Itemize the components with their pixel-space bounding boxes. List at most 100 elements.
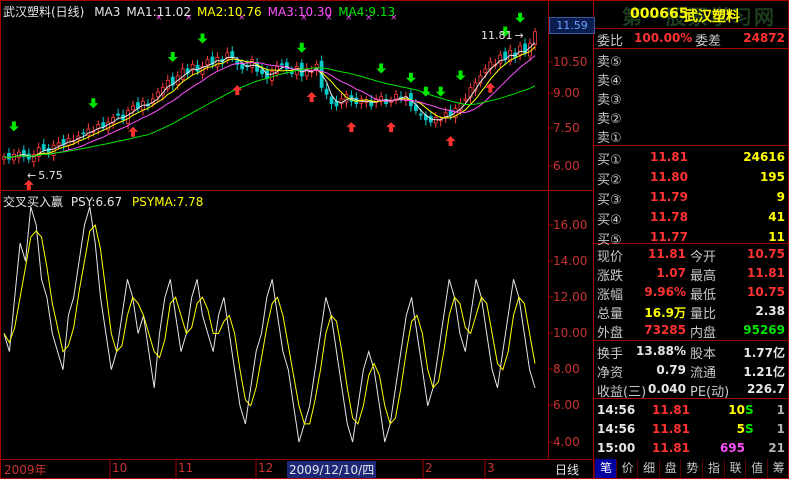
buy-row[interactable]: 买② 11.80 195: [594, 167, 789, 188]
time-axis-label: 2009年: [4, 463, 47, 477]
tick-price: 11.81: [652, 403, 690, 417]
buy-arrow-icon: [306, 92, 317, 103]
candle-body: [41, 144, 46, 151]
candle-body: [280, 63, 284, 66]
sub-y-tick: 16.00: [553, 218, 588, 232]
period-button[interactable]: 日线: [555, 461, 579, 478]
tick-side: S: [745, 403, 754, 417]
stat-value: 9.96%: [644, 285, 686, 299]
quote-tab[interactable]: 联: [723, 459, 747, 478]
buy-level-label: 买①: [597, 153, 622, 168]
sell-arrow-icon: [8, 121, 19, 132]
candle-body: [483, 68, 488, 73]
quote-tab[interactable]: 指: [702, 459, 725, 478]
fundamental-label: 股本: [690, 347, 717, 362]
psy-label: PSY:6.67: [70, 195, 123, 209]
tick-time: 14:56: [597, 422, 636, 436]
sell-row[interactable]: 卖③: [594, 88, 789, 108]
buy-arrow-icon: [346, 122, 357, 133]
tick-row: 14:56 11.81 5 S 1: [594, 420, 789, 439]
fundamental-value: 1.21亿: [743, 365, 785, 379]
candle-body: [270, 70, 274, 81]
tick-row: 15:00 11.81 695 21: [594, 439, 789, 458]
sell-level-label: 卖⑤: [597, 55, 622, 70]
fundamental-value: 13.88%: [636, 344, 686, 358]
buy-row[interactable]: 买① 11.81 24616: [594, 147, 789, 168]
sub-y-tick: 6.00: [553, 398, 580, 412]
stat-value: 10.75: [747, 285, 785, 299]
sell-arrow-icon: [435, 86, 446, 97]
sell-arrow-icon: [296, 42, 307, 53]
psyma-label: PSYMA:7.78: [132, 195, 204, 209]
buy-arrow-icon: [232, 85, 243, 96]
fundamental-label: PE(动): [690, 385, 730, 400]
ma-legend-item: MA3:10.30: [267, 5, 333, 19]
main-y-tick: 9.00: [553, 86, 580, 100]
time-axis-label: 2: [425, 461, 433, 475]
tick-price: 11.81: [652, 441, 690, 455]
sub-y-tick: 12.00: [553, 290, 588, 304]
candle-body: [250, 59, 255, 68]
sell-arrow-icon: [405, 72, 416, 83]
candle-body: [463, 98, 468, 102]
tick-count: 21: [768, 441, 785, 455]
quote-tab[interactable]: 价: [615, 459, 639, 478]
buy-row[interactable]: 买③ 11.79 9: [594, 187, 789, 208]
time-axis-label: 2009/12/10/四: [287, 461, 377, 478]
sell-row[interactable]: 卖②: [594, 107, 789, 127]
sell-arrow-icon: [167, 52, 178, 62]
tick-volume: 695: [719, 441, 745, 455]
period-button-label: 日线: [555, 463, 580, 477]
high-price-value: 11.81: [481, 29, 513, 42]
tick-price: 11.81: [652, 422, 690, 436]
sell-row[interactable]: 卖①: [594, 126, 789, 146]
buy-price: 11.79: [650, 190, 688, 204]
stock-header: 第一股票学习网 000665 武汉塑料: [594, 0, 789, 29]
sell-arrow-icon: [376, 63, 387, 74]
stat-label: 量比: [690, 307, 717, 322]
quote-tab[interactable]: 筹: [766, 459, 789, 478]
sell-row[interactable]: 卖④: [594, 69, 789, 89]
buy-row[interactable]: 买④ 11.78 41: [594, 207, 789, 228]
tick-row: 14:56 11.81 10 S 1: [594, 401, 789, 420]
stat-label: 内盘: [690, 326, 717, 341]
tick-time: 15:00: [597, 441, 636, 455]
sell-arrow-icon: [88, 98, 99, 109]
buy-row[interactable]: 买⑤ 11.77 11: [594, 227, 789, 248]
tick-count: 1: [776, 403, 785, 417]
quote-tab[interactable]: 值: [745, 459, 768, 478]
fundamental-label: 流通: [690, 366, 717, 381]
sub-y-tick: 10.00: [553, 326, 588, 340]
quote-tab[interactable]: 笔: [594, 459, 617, 478]
quote-tab[interactable]: 势: [680, 459, 703, 478]
stock-name: 武汉塑料: [684, 9, 740, 25]
buy-price: 11.81: [650, 150, 688, 164]
buy-volume: 24616: [743, 150, 785, 164]
stat-label: 总量: [597, 307, 624, 322]
stat-row: 现价 11.81 今开 10.75: [594, 245, 789, 265]
buy-price: 11.78: [650, 210, 688, 224]
chart-title: 武汉塑料(日线): [3, 5, 85, 19]
sell-level-label: 卖①: [597, 131, 622, 146]
stat-label: 涨跌: [597, 269, 624, 284]
candle-body: [81, 132, 86, 135]
candle-body: [518, 45, 523, 56]
buy-arrow-icon: [386, 122, 397, 133]
sell-row[interactable]: 卖⑤: [594, 50, 789, 70]
main-chart-header: 武汉塑料(日线) MA3 MA1:11.02 MA2:10.76 MA3:10.30 M…: [3, 3, 395, 20]
candle-body: [324, 88, 329, 95]
sell-arrow-icon: [420, 86, 431, 97]
candle-body: [116, 113, 121, 116]
sell-arrow-icon: [197, 33, 208, 44]
quote-tab[interactable]: 盘: [658, 459, 682, 478]
sub-y-tick: 14.00: [553, 254, 588, 268]
stat-label: 最低: [690, 288, 717, 303]
time-axis-label: 10: [112, 461, 128, 475]
quote-tab[interactable]: 细: [637, 459, 660, 478]
low-price-value: 5.75: [38, 169, 63, 182]
main-y-tick: 10.50: [553, 55, 588, 69]
fundamental-row: 收益(三) 0.040 PE(动) 226.7: [594, 380, 789, 400]
candle-body: [230, 51, 235, 58]
stat-label: 最高: [690, 269, 717, 284]
stat-value: 10.75: [747, 247, 785, 261]
